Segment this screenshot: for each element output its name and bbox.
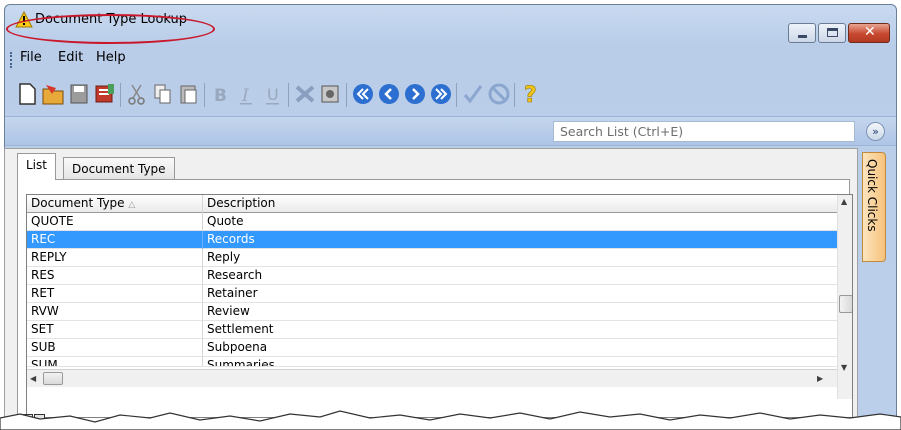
table-row[interactable]: SUB Subpoena xyxy=(27,339,837,357)
column-header-document-type[interactable]: Document Type △ xyxy=(27,195,203,213)
svg-text:?: ? xyxy=(524,83,537,108)
cell-description: Reply xyxy=(207,250,241,264)
close-button[interactable]: ✕ xyxy=(848,23,890,43)
cut-icon[interactable] xyxy=(124,80,150,108)
table-row[interactable]: REPLY Reply xyxy=(27,249,837,267)
paste-icon[interactable] xyxy=(176,80,202,108)
menu-file[interactable]: File xyxy=(20,50,42,65)
cell-document-type: RVW xyxy=(27,303,203,321)
torn-edge xyxy=(0,410,901,430)
last-record-icon[interactable] xyxy=(428,80,454,108)
cell-description: Research xyxy=(207,268,263,282)
toolbar-separator xyxy=(456,83,457,107)
scrollbar-thumb[interactable] xyxy=(839,295,852,313)
cell-document-type: SET xyxy=(27,321,203,339)
help-icon[interactable]: ? xyxy=(518,80,544,108)
horizontal-scrollbar[interactable]: ◀ ▶ xyxy=(27,369,837,387)
quick-clicks-label: Quick Clicks xyxy=(865,159,879,232)
toolbar-separator xyxy=(204,83,205,107)
table-row-selected[interactable]: REC Records xyxy=(27,231,837,249)
first-record-icon[interactable] xyxy=(350,80,376,108)
scroll-down-icon[interactable]: ▼ xyxy=(841,363,847,372)
cell-description: Summaries xyxy=(207,358,275,367)
italic-icon[interactable]: I xyxy=(234,80,260,108)
vertical-scrollbar[interactable]: ▲ ▼ xyxy=(837,195,852,399)
column-header-description[interactable]: Description xyxy=(203,195,837,213)
scroll-up-icon[interactable]: ▲ xyxy=(841,197,847,206)
svg-text:B: B xyxy=(214,86,227,106)
tab-document-type[interactable]: Document Type xyxy=(63,157,175,180)
scroll-left-icon[interactable]: ◀ xyxy=(30,374,36,383)
cell-description: Settlement xyxy=(207,322,274,336)
menu-edit[interactable]: Edit xyxy=(58,50,83,65)
cell-document-type: RET xyxy=(27,285,203,303)
save-notes-icon[interactable] xyxy=(92,80,118,108)
scroll-right-icon[interactable]: ▶ xyxy=(817,374,823,383)
next-record-icon[interactable] xyxy=(402,80,428,108)
check-icon[interactable] xyxy=(460,80,486,108)
image-icon[interactable] xyxy=(318,80,344,108)
toolbar-separator xyxy=(120,83,121,107)
search-input[interactable]: Search List (Ctrl+E) xyxy=(553,121,855,142)
cell-document-type: QUOTE xyxy=(27,213,203,231)
toolbar-separator xyxy=(346,83,347,107)
table-row[interactable]: SET Settlement xyxy=(27,321,837,339)
cell-description: Records xyxy=(207,232,255,246)
menu-help[interactable]: Help xyxy=(96,50,126,65)
underline-icon[interactable]: U xyxy=(260,80,286,108)
cell-document-type: SUM xyxy=(27,357,203,366)
cell-description: Subpoena xyxy=(207,340,268,354)
table-row[interactable]: RET Retainer xyxy=(27,285,837,303)
new-document-icon[interactable] xyxy=(14,80,40,108)
cell-description: Retainer xyxy=(207,286,258,300)
cell-description: Review xyxy=(207,304,250,318)
tab-list[interactable]: List xyxy=(17,153,56,180)
toolbar: B I U ? xyxy=(14,80,704,110)
table-row[interactable]: SUM Summaries xyxy=(27,357,837,367)
quick-clicks-tab[interactable]: Quick Clicks xyxy=(862,152,886,262)
collapse-icon[interactable]: » xyxy=(866,122,885,141)
delete-icon[interactable] xyxy=(292,80,318,108)
open-folder-icon[interactable] xyxy=(40,80,66,108)
close-icon: ✕ xyxy=(864,24,876,40)
cell-document-type: SUB xyxy=(27,339,203,357)
toolbar-separator xyxy=(288,83,289,107)
table-row[interactable]: RVW Review xyxy=(27,303,837,321)
search-bar: Search List (Ctrl+E) » xyxy=(5,116,896,146)
highlight-annotation xyxy=(6,14,215,44)
cancel-icon[interactable] xyxy=(486,80,512,108)
cell-document-type: REPLY xyxy=(27,249,203,267)
cell-document-type: REC xyxy=(27,231,203,249)
maximize-button[interactable] xyxy=(818,23,846,43)
grip-icon xyxy=(10,52,12,68)
copy-icon[interactable] xyxy=(150,80,176,108)
save-icon[interactable] xyxy=(66,80,92,108)
previous-record-icon[interactable] xyxy=(376,80,402,108)
sort-ascending-icon: △ xyxy=(128,200,136,210)
cell-document-type: RES xyxy=(27,267,203,285)
toolbar-separator xyxy=(514,83,515,107)
scrollbar-thumb[interactable] xyxy=(43,372,63,385)
content-panel: List Document Type Document Type △ Descr… xyxy=(4,148,858,426)
menu-bar: File Edit Help xyxy=(4,50,895,70)
bold-icon[interactable]: B xyxy=(208,80,234,108)
data-grid: Document Type △ Description QUOTE Quote … xyxy=(26,194,853,418)
tab-body: Document Type △ Description QUOTE Quote … xyxy=(17,179,853,425)
table-row[interactable]: QUOTE Quote xyxy=(27,213,837,231)
svg-text:U: U xyxy=(267,85,279,104)
table-row[interactable]: RES Research xyxy=(27,267,837,285)
grid-header: Document Type △ Description xyxy=(27,195,837,213)
cell-description: Quote xyxy=(207,214,244,228)
minimize-button[interactable] xyxy=(788,23,816,43)
